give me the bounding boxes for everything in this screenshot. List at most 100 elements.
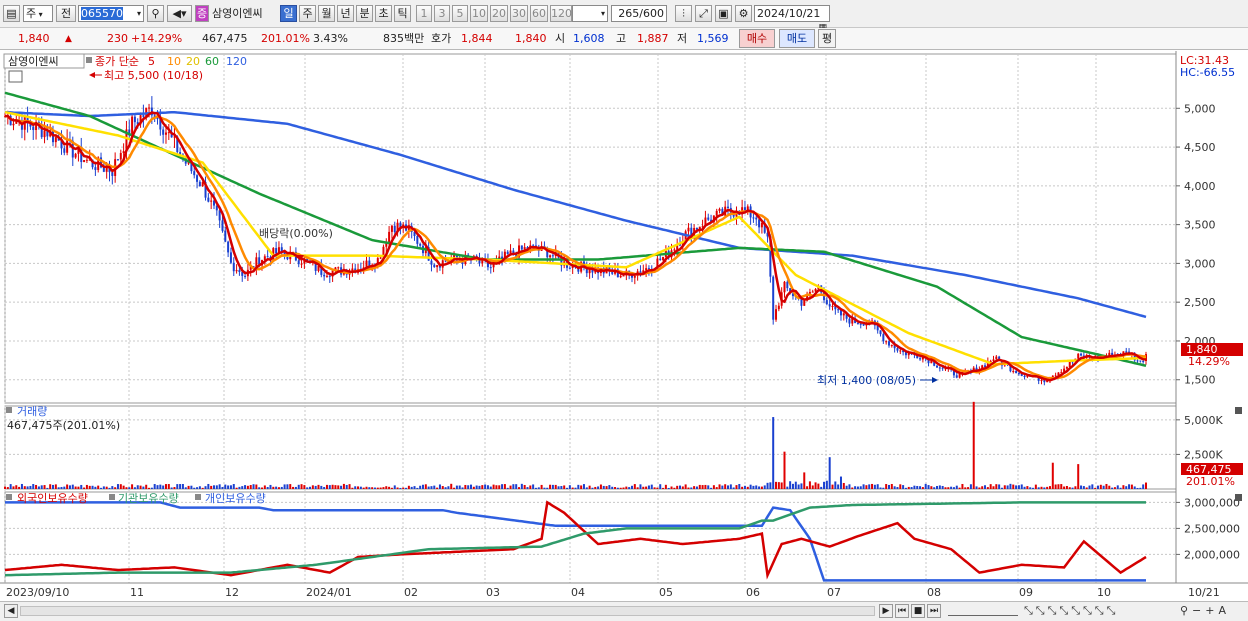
volume-bar (52, 484, 55, 489)
chart-menu-icon[interactable]: ▤ (3, 5, 20, 22)
price-candle (783, 281, 786, 293)
interval-button-5[interactable]: 5 (452, 5, 468, 22)
zoom-slider[interactable] (948, 607, 1018, 616)
interval-button-30[interactable]: 30 (510, 5, 528, 22)
search-icon[interactable]: ⚲ (147, 5, 164, 22)
price-candle (758, 219, 761, 228)
volume-bar (560, 486, 563, 489)
volume-bar (464, 484, 467, 489)
volume-bar (825, 480, 828, 489)
volume-bar (1145, 482, 1147, 489)
volume-bar (252, 484, 255, 489)
price-candle (549, 255, 552, 258)
price-candle (116, 159, 119, 161)
interval-button-10[interactable]: 10 (470, 5, 488, 22)
volume-bar (1094, 487, 1097, 489)
x-axis-label: 2023/09/10 (6, 586, 69, 599)
volume-bar (221, 486, 224, 489)
volume-bar (619, 487, 622, 489)
zoom-tools-icon[interactable]: ⚲−+A (1180, 604, 1230, 617)
buy-button[interactable]: 매수 (739, 29, 775, 48)
price-candle (162, 129, 165, 135)
volume-bar (340, 485, 343, 489)
first-page-icon[interactable]: ⏮ (895, 604, 909, 618)
scroll-right-icon[interactable]: ▶ (879, 604, 893, 618)
prev-button[interactable]: 전 (56, 5, 76, 22)
price-candle (568, 267, 571, 269)
volume-bar (899, 484, 902, 489)
price-candle (879, 330, 882, 335)
period-button-3[interactable]: 년 (337, 5, 354, 22)
volume-bar (986, 487, 989, 489)
legend-foreign: 외국인보유수량 (17, 492, 88, 505)
current-price: 1,840 (18, 32, 50, 45)
volume-bar (399, 487, 402, 489)
interval-button-120[interactable]: 120 (550, 5, 572, 22)
volume-bar (718, 484, 721, 489)
save-icon[interactable]: ▣ (715, 5, 732, 22)
stock-code-input[interactable]: 065570 ▾ (78, 5, 144, 22)
interval-button-20[interactable]: 20 (490, 5, 508, 22)
volume-bar (159, 484, 162, 489)
high-price: 1,887 (637, 32, 669, 45)
volume-bar (362, 487, 365, 489)
volume-bar (317, 484, 320, 489)
period-button-5[interactable]: 초 (375, 5, 392, 22)
volume-bar (164, 484, 167, 489)
panel-close-icon[interactable] (1235, 494, 1242, 501)
period-button-2[interactable]: 월 (318, 5, 335, 22)
count-input[interactable]: 265/600 (611, 5, 667, 22)
volume-bar (763, 485, 766, 489)
scroll-left-icon[interactable]: ◀ (4, 604, 18, 618)
volume-bar (563, 485, 566, 489)
last-page-icon[interactable]: ⏭ (927, 604, 941, 618)
volume-bar (1074, 486, 1077, 489)
volume-bar (1037, 487, 1040, 489)
volume-bar (156, 485, 159, 489)
eval-button[interactable]: 평 (818, 29, 836, 48)
price-tick-label: 1,500 (1184, 374, 1216, 387)
volume-bar (1017, 485, 1020, 489)
volume-bar (938, 485, 941, 489)
x-axis: 2023/09/10 11 12 2024/01 02 03 04 05 06 07 08 09 10 1… (0, 582, 1248, 601)
interval-button-60[interactable]: 60 (530, 5, 548, 22)
current-rate-tag: 14.29% (1188, 355, 1230, 368)
period-button-4[interactable]: 분 (356, 5, 373, 22)
panel-close-icon[interactable] (1235, 407, 1242, 414)
price-candle (882, 334, 885, 342)
interval-custom-select[interactable]: ▾ (572, 5, 608, 22)
date-input[interactable]: 2024/10/21▦ (754, 5, 830, 33)
settings-icon[interactable]: ⚙ (735, 5, 752, 22)
stop-icon[interactable]: ■ (911, 604, 925, 618)
interval-button-3[interactable]: 3 (434, 5, 450, 22)
volume-bar (1142, 484, 1145, 489)
volume-bar (1091, 484, 1094, 489)
volume-bar (693, 486, 696, 489)
period-button-1[interactable]: 주 (299, 5, 316, 22)
period-type-select[interactable]: 주 ▾ (23, 5, 53, 22)
drawing-tools-icon[interactable]: ⤡⤡⤡⤡⤡⤡⤡⤡ (1024, 604, 1118, 618)
scroll-track[interactable] (20, 606, 875, 616)
period-button-6[interactable]: 틱 (394, 5, 411, 22)
period-button-0[interactable]: 일 (280, 5, 297, 22)
speaker-icon[interactable]: ◀▾ (167, 5, 192, 22)
volume-bar (820, 486, 823, 489)
volume-bar (212, 485, 215, 489)
volume-bar (297, 484, 300, 489)
volume-bar (529, 485, 532, 489)
candle-type-icon[interactable]: ⫶ (675, 5, 692, 22)
price-candle (1040, 379, 1043, 381)
volume-bar (1006, 485, 1009, 489)
interval-button-1[interactable]: 1 (416, 5, 432, 22)
volume-bar (647, 485, 650, 489)
stock-chart[interactable]: 1,5002,0002,5003,0003,5004,0004,5005,000… (0, 51, 1248, 601)
volume-bar (630, 485, 633, 489)
volume-bar (277, 487, 280, 489)
table-icon[interactable] (8, 70, 23, 83)
volume-bar (49, 484, 52, 489)
volume-bar (599, 484, 602, 489)
sell-button[interactable]: 매도 (779, 29, 815, 48)
volume-bar (1009, 483, 1012, 489)
drawing-tool-icon[interactable]: ⤢ (695, 5, 712, 22)
volume-bar (427, 486, 430, 489)
